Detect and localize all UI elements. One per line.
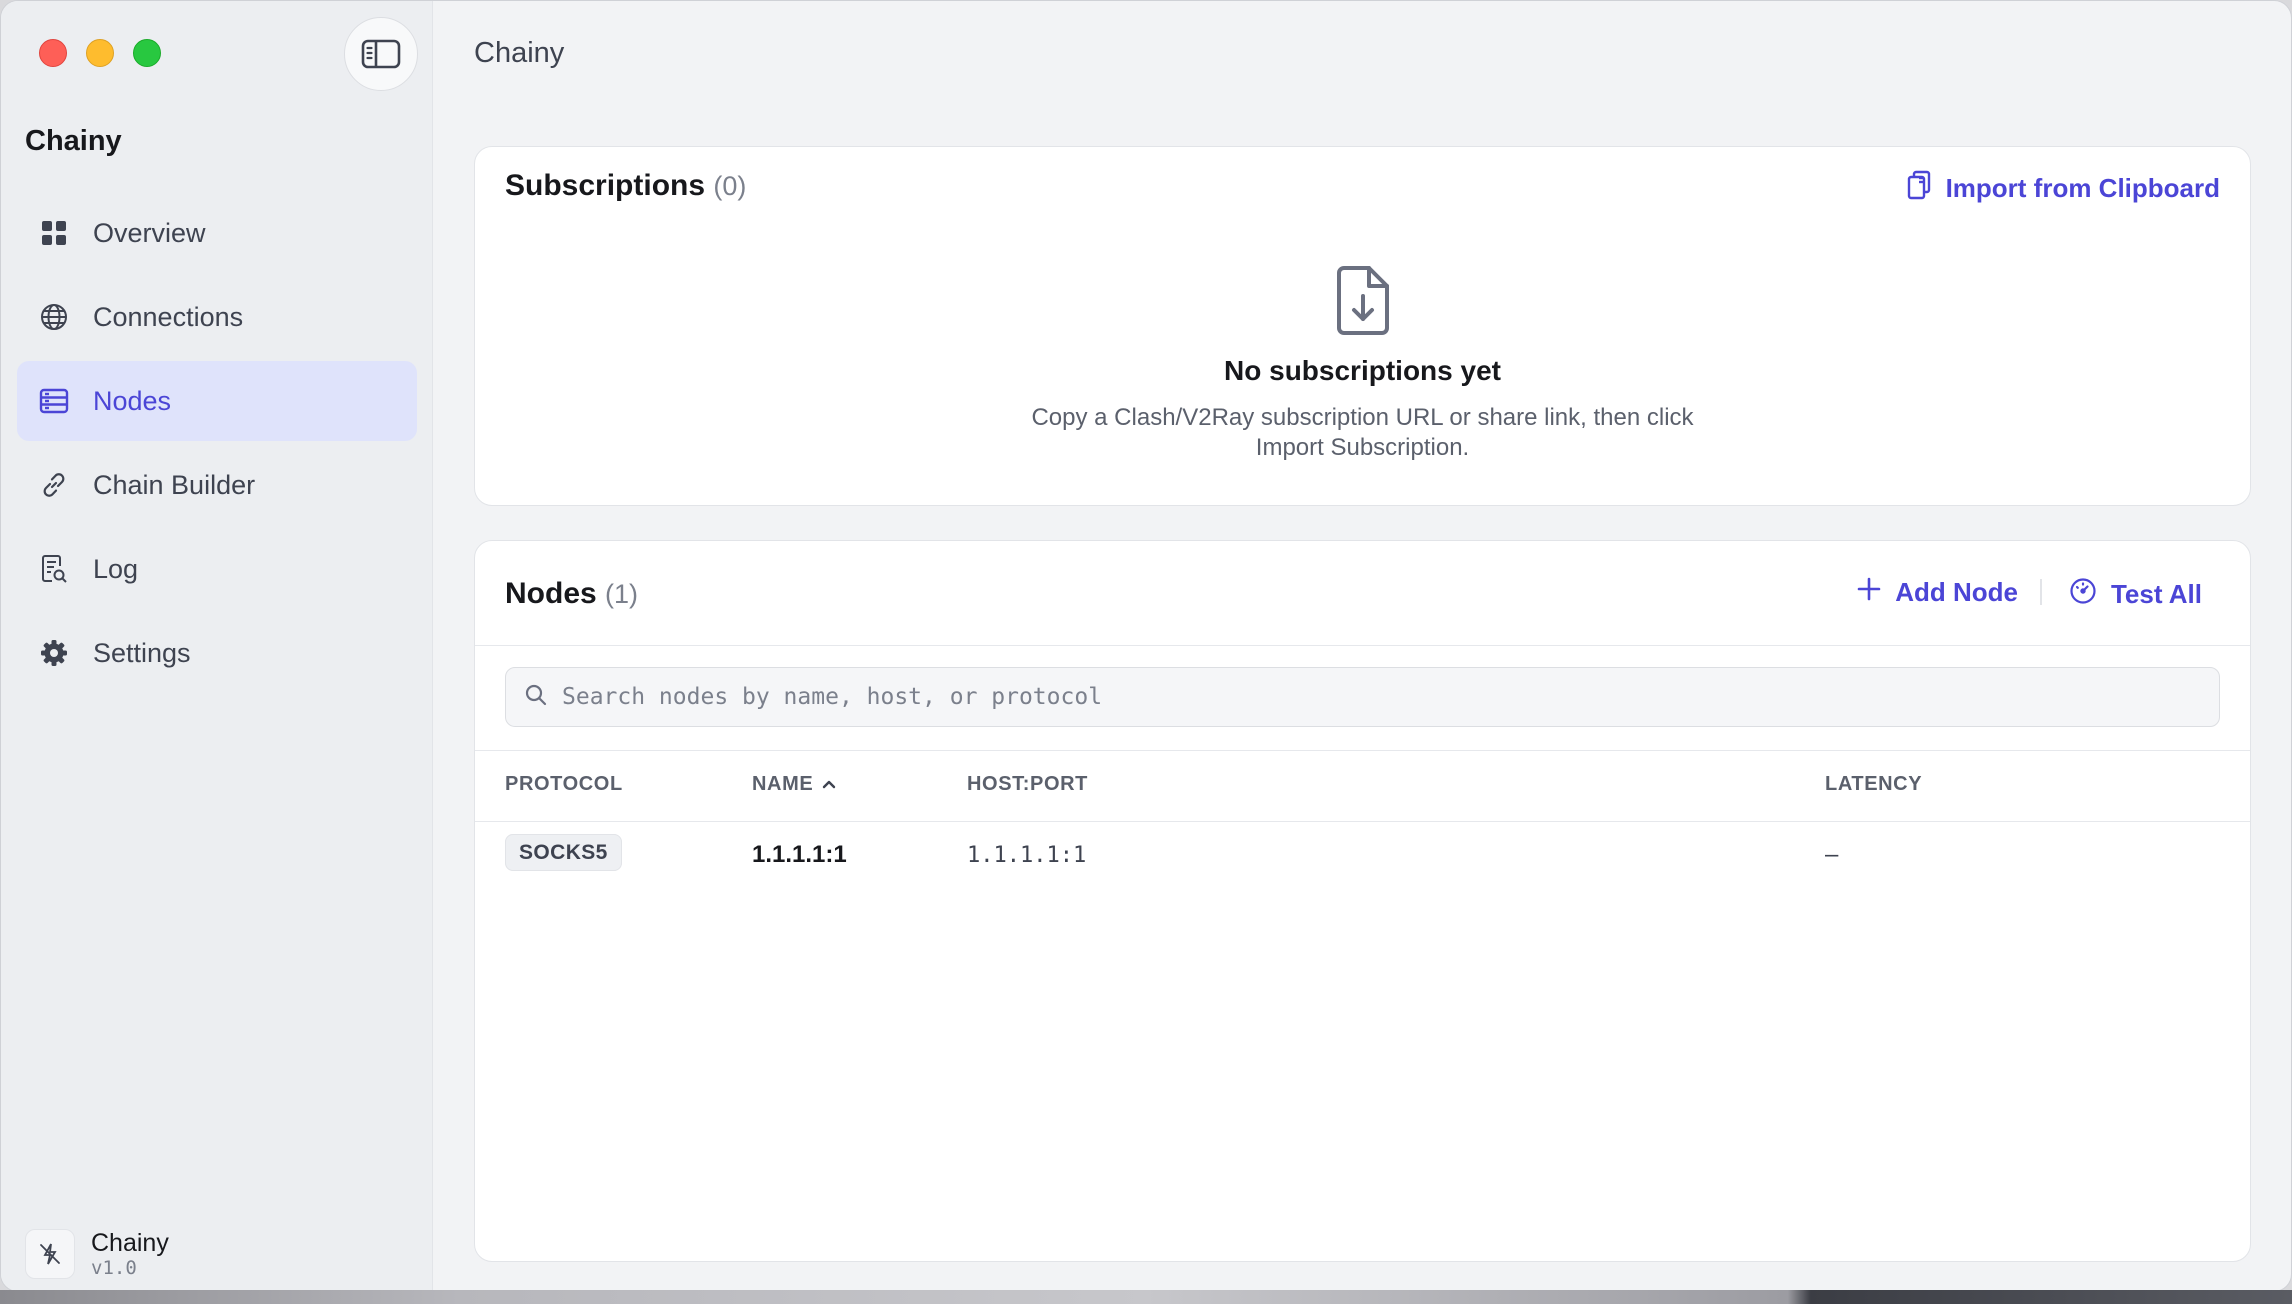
import-from-clipboard-label: Import from Clipboard [1945, 173, 2220, 203]
page-title: Chainy [474, 37, 565, 69]
window-controls [39, 39, 161, 67]
main-content: Chainy Subscriptions (0) Import from Cli… [433, 1, 2291, 1291]
sidebar-icon [361, 39, 401, 69]
server-icon [39, 386, 69, 416]
sidebar-item-chain-builder[interactable]: Chain Builder [17, 445, 417, 525]
table-header-divider [475, 821, 2250, 822]
column-header-protocol[interactable]: PROTOCOL [505, 773, 623, 796]
profile[interactable]: Chainy v1.0 [25, 1229, 169, 1279]
sidebar-item-label: Settings [93, 637, 191, 668]
search-icon [524, 683, 548, 712]
sidebar-item-label: Nodes [93, 385, 172, 416]
sidebar-item-log[interactable]: Log [17, 529, 417, 609]
sort-ascending-icon [821, 773, 837, 796]
column-header-host-port[interactable]: HOST:PORT [967, 773, 1088, 796]
column-header-label: PROTOCOL [505, 773, 623, 795]
minimize-window-button[interactable] [86, 39, 114, 67]
subscriptions-empty-state: No subscriptions yet Copy a Clash/V2Ray … [475, 265, 2250, 463]
sidebar-item-overview[interactable]: Overview [17, 193, 417, 273]
gear-icon [39, 638, 69, 668]
test-all-label: Test All [2110, 579, 2202, 609]
nodes-heading: Nodes (1) [505, 577, 638, 611]
clipboard-icon [1906, 169, 1932, 208]
table-top-divider [475, 750, 2250, 751]
profile-name: Chainy [91, 1229, 169, 1257]
add-node-label: Add Node [1895, 577, 2018, 607]
empty-state-description: Copy a Clash/V2Ray subscription URL or s… [1031, 404, 1694, 461]
sidebar-item-settings[interactable]: Settings [17, 613, 417, 693]
toolbar-divider [2040, 579, 2042, 605]
nodes-card: Nodes (1) Add Node Test All Search nodes… [474, 540, 2251, 1262]
sidebar-toggle-button[interactable] [344, 17, 418, 91]
test-all-button[interactable]: Test All [2069, 577, 2202, 612]
app-logo-icon [25, 1229, 75, 1279]
column-header-label: LATENCY [1825, 773, 1923, 795]
sidebar-item-label: Connections [93, 301, 244, 332]
app-version: v1.0 [91, 1257, 137, 1279]
sidebar-nav: Overview Connections Nodes Chain Builder… [17, 193, 417, 697]
speedometer-icon [2069, 577, 2097, 612]
plus-icon [1857, 577, 1881, 608]
subscriptions-count: (0) [713, 171, 747, 201]
globe-icon [39, 302, 69, 332]
sidebar-item-label: Chain Builder [93, 469, 256, 500]
empty-state-title: No subscriptions yet [1224, 355, 1501, 386]
latency-cell: – [1825, 841, 1839, 868]
app-title: Chainy [25, 125, 122, 157]
app-window: Chainy Overview Connections Nodes Chain … [0, 0, 2292, 1292]
host-port-cell: 1.1.1.1:1 [967, 843, 1087, 868]
link-icon [39, 470, 69, 500]
close-window-button[interactable] [39, 39, 67, 67]
document-search-icon [39, 554, 69, 584]
file-download-icon [1333, 265, 1393, 337]
sidebar: Chainy Overview Connections Nodes Chain … [1, 1, 433, 1291]
nodes-title: Nodes [505, 577, 597, 610]
desktop-background [0, 1290, 2292, 1304]
column-header-label: NAME [752, 773, 814, 795]
subscriptions-card: Subscriptions (0) Import from Clipboard [474, 146, 2251, 506]
protocol-badge: SOCKS5 [505, 834, 622, 871]
protocol-cell: SOCKS5 [505, 834, 622, 871]
header-divider [475, 645, 2250, 646]
add-node-button[interactable]: Add Node [1857, 577, 2018, 608]
zoom-window-button[interactable] [133, 39, 161, 67]
column-header-label: HOST:PORT [967, 773, 1088, 795]
sidebar-item-label: Log [93, 553, 139, 584]
subscriptions-title: Subscriptions [505, 169, 706, 202]
sidebar-item-connections[interactable]: Connections [17, 277, 417, 357]
column-header-name[interactable]: NAME [752, 773, 837, 796]
node-name-cell: 1.1.1.1:1 [752, 841, 847, 868]
node-search-box[interactable] [505, 667, 2220, 727]
sidebar-item-nodes[interactable]: Nodes [17, 361, 417, 441]
grid-icon [39, 218, 69, 248]
subscriptions-heading: Subscriptions (0) [505, 169, 746, 203]
nodes-count: (1) [605, 579, 639, 609]
import-from-clipboard-button[interactable]: Import from Clipboard [1906, 169, 2220, 208]
sidebar-item-label: Overview [93, 217, 206, 248]
search-input[interactable] [562, 684, 2219, 710]
column-header-latency[interactable]: LATENCY [1825, 773, 1922, 796]
